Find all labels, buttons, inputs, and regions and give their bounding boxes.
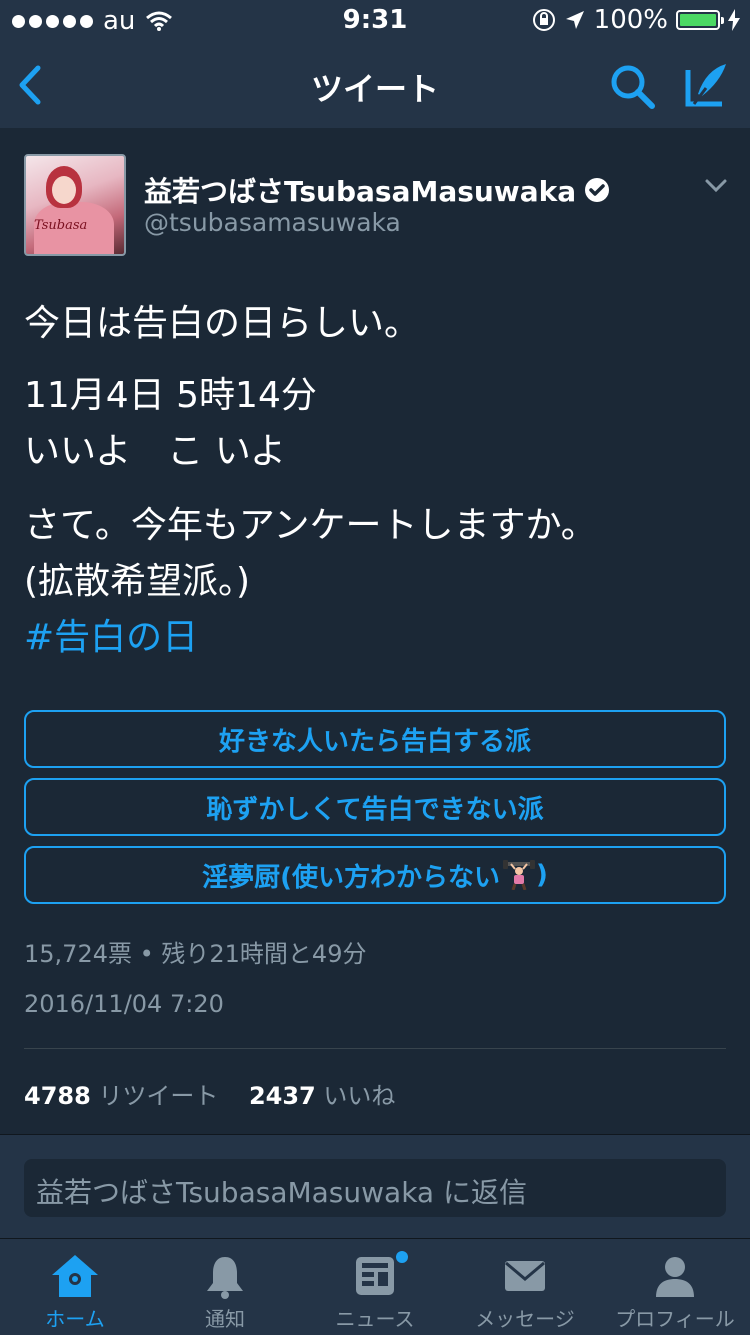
tab-label: 通知 (205, 1307, 245, 1331)
hashtag-link[interactable]: #告白の日 (24, 610, 198, 666)
tweet-text-line: 11月4日 5時14分 (24, 375, 317, 416)
news-icon (356, 1257, 394, 1295)
engagement-stats: 4788 リツイート 2437 いいね (24, 1076, 395, 1111)
battery-icon (676, 10, 724, 30)
envelope-icon (505, 1261, 545, 1291)
poll-option-label: 好きな人いたら告白する派 (218, 726, 531, 757)
person-icon (656, 1257, 694, 1297)
author-name-row[interactable]: 益若つばさTsubasaMasuwaka (144, 170, 610, 210)
tab-news[interactable]: ニュース (300, 1239, 450, 1335)
tab-messages[interactable]: メッセージ (450, 1239, 600, 1335)
tweet-text-line: さて。今年もアンケートしますか。 (24, 505, 597, 546)
battery-percent: 100% (593, 5, 668, 35)
tab-home[interactable]: ホーム (0, 1239, 150, 1335)
reply-area: 益若つばさTsubasaMasuwaka に返信 (0, 1134, 750, 1239)
location-arrow-icon (565, 11, 584, 29)
tab-notifications[interactable]: 通知 (150, 1239, 300, 1335)
status-right: 100% (532, 5, 740, 35)
like-count[interactable]: 2437 (249, 1082, 316, 1110)
charging-bolt-icon (728, 9, 740, 31)
divider (24, 1048, 726, 1049)
poll-option-label-end: ) (536, 860, 548, 890)
tweet-timestamp: 2016/11/04 7:20 (24, 990, 224, 1018)
tweet-text-line: いいよ こ いよ (24, 431, 287, 472)
search-icon[interactable] (608, 62, 656, 110)
poll-option[interactable]: 恥ずかしくて告白できない派 (24, 778, 726, 836)
avatar-watermark: Tsubasa (34, 218, 88, 233)
poll-option[interactable]: 好きな人いたら告白する派 (24, 710, 726, 768)
tab-label: ニュース (335, 1307, 415, 1331)
like-label[interactable]: いいね (323, 1082, 395, 1110)
home-icon (52, 1255, 98, 1297)
retweet-label[interactable]: リツイート (98, 1082, 218, 1110)
tab-label: メッセージ (475, 1307, 575, 1331)
poll-option-label: 淫夢厨(使い方わからない (202, 862, 500, 893)
orientation-lock-icon (532, 9, 555, 31)
verified-badge-icon (585, 178, 610, 202)
tab-profile[interactable]: プロフィール (600, 1239, 750, 1335)
poll-meta: 15,724票 • 残り21時間と49分 (24, 940, 367, 968)
reply-input[interactable]: 益若つばさTsubasaMasuwaka に返信 (24, 1159, 726, 1217)
author-name: 益若つばさTsubasaMasuwaka (144, 175, 577, 208)
nav-bar: ツイート (0, 40, 750, 129)
status-bar: au 9:31 100% (0, 0, 750, 40)
tweet-detail: Tsubasa 益若つばさTsubasaMasuwaka @tsubasamas… (0, 128, 750, 1132)
weightlifter-emoji-icon (503, 860, 535, 890)
tab-bar: ホーム 通知 ニュース メッセージ プロフィール (0, 1238, 750, 1335)
author-handle[interactable]: @tsubasamasuwaka (144, 208, 401, 237)
poll-option[interactable]: 淫夢厨(使い方わからない ) (24, 846, 726, 904)
tab-label: ホーム (45, 1307, 105, 1331)
retweet-count[interactable]: 4788 (24, 1082, 91, 1110)
bell-icon (207, 1257, 243, 1299)
new-content-dot (396, 1251, 408, 1263)
tweet-text-line: 今日は告白の日らしい。 (24, 303, 421, 344)
chevron-down-icon[interactable] (704, 176, 728, 196)
compose-icon[interactable] (684, 60, 730, 108)
poll-option-label: 恥ずかしくて告白できない派 (206, 794, 544, 825)
tweet-text-line: (拡散希望派。) (24, 561, 251, 602)
avatar[interactable]: Tsubasa (24, 154, 126, 256)
tab-label: プロフィール (615, 1307, 735, 1331)
